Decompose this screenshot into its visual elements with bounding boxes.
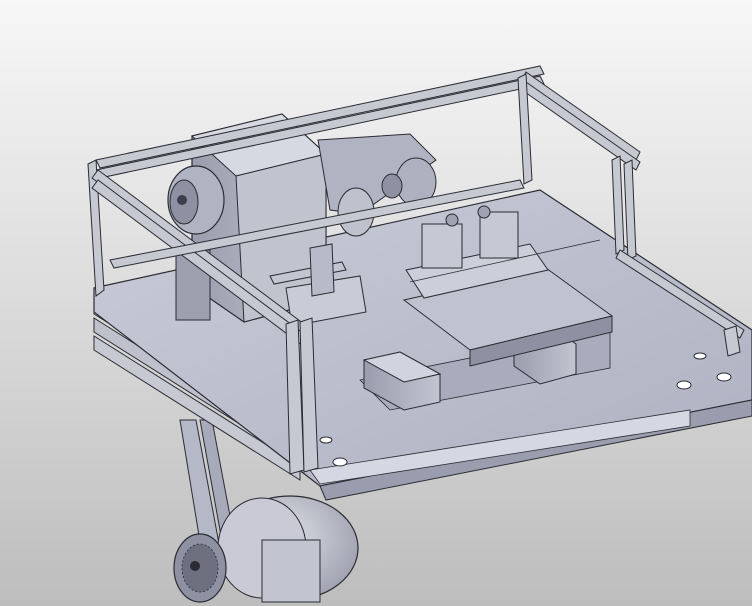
timing-pulley — [167, 165, 225, 235]
cad-viewport[interactable] — [0, 0, 752, 606]
cad-model-render — [87, 65, 752, 603]
